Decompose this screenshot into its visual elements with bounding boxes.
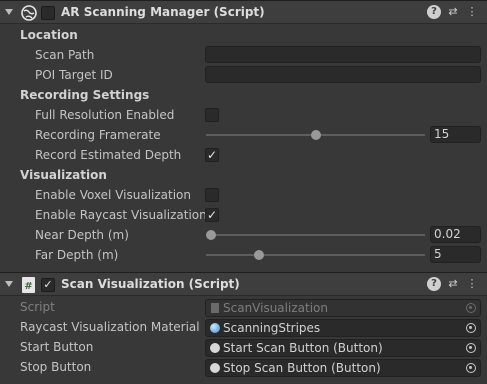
raycast-material-field[interactable]: ScanningStripes <box>205 319 481 337</box>
far-depth-input[interactable]: 5 <box>430 246 481 263</box>
object-picker-icon[interactable] <box>466 363 476 373</box>
script-label: Script <box>20 300 55 314</box>
scan-path-label: Scan Path <box>35 48 95 62</box>
help-icon[interactable]: ? <box>427 5 441 19</box>
full-resolution-label: Full Resolution Enabled <box>35 108 175 122</box>
component-enable-checkbox[interactable] <box>41 6 55 20</box>
start-button-field[interactable]: Start Scan Button (Button) <box>205 339 481 357</box>
section-location: Location <box>20 28 78 42</box>
context-menu-icon[interactable]: ⋮ <box>465 5 479 19</box>
near-depth-input[interactable]: 0.02 <box>430 226 481 243</box>
section-recording-settings: Recording Settings <box>20 88 150 102</box>
inspector-panel: AR Scanning Manager (Script) ? ⇄ ⋮ Locat… <box>0 0 487 384</box>
near-depth-slider[interactable] <box>206 234 425 236</box>
csharp-script-icon: # <box>22 277 35 293</box>
object-picker-icon[interactable] <box>466 343 476 353</box>
raycast-material-label: Raycast Visualization Material <box>20 320 200 334</box>
far-depth-thumb[interactable] <box>254 250 265 260</box>
raycast-vis-label: Enable Raycast Visualization <box>35 208 207 222</box>
material-icon <box>210 323 220 333</box>
button-component-icon <box>210 363 220 373</box>
context-menu-icon[interactable]: ⋮ <box>465 277 479 291</box>
help-icon[interactable]: ? <box>427 277 441 291</box>
script-file-icon <box>211 303 219 313</box>
scan-path-input[interactable] <box>205 46 481 63</box>
presets-icon[interactable]: ⇄ <box>446 5 460 19</box>
recording-framerate-input[interactable]: 15 <box>430 126 481 143</box>
foldout-arrow-icon[interactable] <box>5 9 13 15</box>
full-resolution-checkbox[interactable] <box>205 108 219 122</box>
script-value: ScanVisualization <box>223 301 328 315</box>
script-globe-icon <box>21 5 37 21</box>
stop-button-field[interactable]: Stop Scan Button (Button) <box>205 359 481 377</box>
far-depth-label: Far Depth (m) <box>35 248 119 262</box>
voxel-vis-checkbox[interactable] <box>205 188 219 202</box>
far-depth-slider[interactable] <box>206 254 425 256</box>
raycast-material-value: ScanningStripes <box>223 321 321 335</box>
stop-button-value: Stop Scan Button (Button) <box>223 361 381 375</box>
component-title: AR Scanning Manager (Script) <box>61 5 265 19</box>
start-button-label: Start Button <box>20 340 94 354</box>
foldout-arrow-icon[interactable] <box>5 281 13 287</box>
component-enable-checkbox[interactable]: ✓ <box>41 278 55 292</box>
poi-target-id-input[interactable] <box>205 66 481 83</box>
recording-framerate-thumb[interactable] <box>310 130 321 140</box>
record-depth-label: Record Estimated Depth <box>35 148 182 162</box>
voxel-vis-label: Enable Voxel Visualization <box>35 188 191 202</box>
poi-target-id-label: POI Target ID <box>35 68 113 82</box>
svg-text:#: # <box>24 281 32 292</box>
recording-framerate-label: Recording Framerate <box>35 128 161 142</box>
stop-button-label: Stop Button <box>20 360 92 374</box>
script-object-field: ScanVisualization <box>205 299 481 317</box>
start-button-value: Start Scan Button (Button) <box>223 341 383 355</box>
scan-visualization-header[interactable]: # ✓ Scan Visualization (Script) ? ⇄ ⋮ <box>0 272 487 296</box>
object-picker-icon[interactable] <box>466 323 476 333</box>
component-title: Scan Visualization (Script) <box>61 277 240 291</box>
object-picker-icon <box>466 303 476 313</box>
ar-scanning-manager-header[interactable]: AR Scanning Manager (Script) ? ⇄ ⋮ <box>0 0 487 24</box>
record-depth-checkbox[interactable]: ✓ <box>205 148 219 162</box>
raycast-vis-checkbox[interactable]: ✓ <box>205 208 219 222</box>
presets-icon[interactable]: ⇄ <box>446 277 460 291</box>
section-visualization: Visualization <box>20 168 107 182</box>
near-depth-label: Near Depth (m) <box>35 228 129 242</box>
button-component-icon <box>210 343 220 353</box>
near-depth-thumb[interactable] <box>206 230 216 240</box>
